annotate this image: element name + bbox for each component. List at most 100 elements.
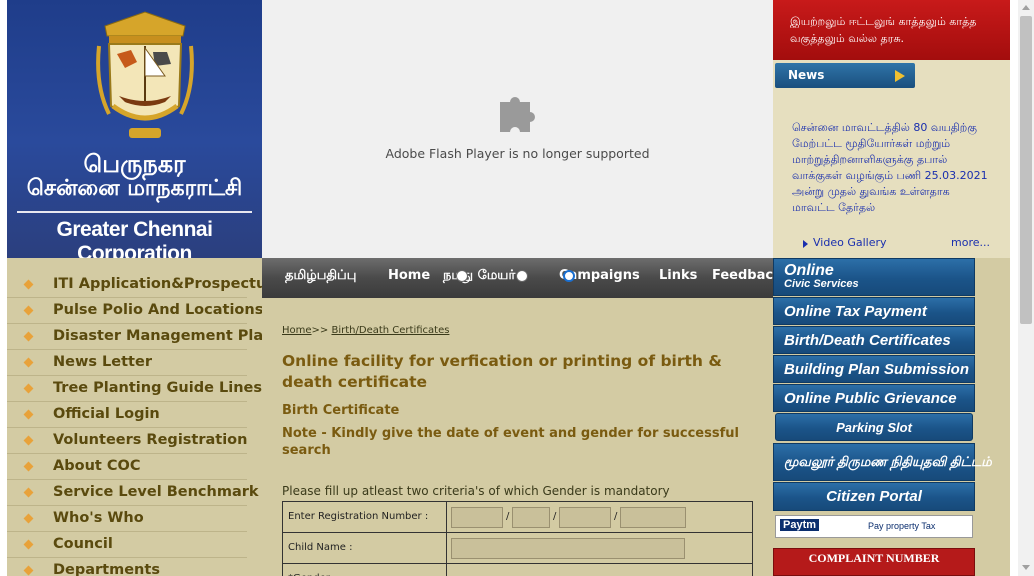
flash-placeholder: Adobe Flash Player is no longer supporte…: [262, 0, 773, 258]
online-tax-payment-button[interactable]: Online Tax Payment: [773, 297, 975, 325]
nav-links[interactable]: Links: [659, 268, 697, 283]
form-row-child-name: Child Name :: [283, 533, 752, 564]
sidebar-item-label[interactable]: ITI Application&Prospectus: [53, 276, 275, 292]
logo-tamil-line2: சென்னை மாநகராட்சி: [26, 176, 243, 201]
button-label: Citizen Portal: [826, 488, 922, 505]
sidebar-item-label[interactable]: Service Level Benchmark: [53, 484, 259, 500]
vertical-scrollbar[interactable]: [1018, 0, 1034, 576]
slash-separator: /: [614, 511, 618, 522]
sidebar-item-news-letter[interactable]: News Letter: [7, 350, 247, 376]
registration-number-label: Enter Registration Number :: [283, 502, 447, 533]
sidebar-item-about-coc[interactable]: About COC: [7, 454, 247, 480]
birth-death-certificates-button[interactable]: Birth/Death Certificates: [773, 326, 975, 354]
sidebar-item-label[interactable]: Disaster Management Plan: [53, 328, 274, 344]
sidebar-item-iti-application[interactable]: ITI Application&Prospectus: [7, 272, 275, 298]
bullet-icon: [23, 513, 34, 524]
registration-number-field-2[interactable]: [512, 507, 550, 528]
registration-number-field-3[interactable]: [559, 507, 611, 528]
corporation-logo[interactable]: பெருநகர சென்னை மாநகராட்சி Greater Chenna…: [7, 0, 262, 258]
news-tab-button[interactable]: News: [775, 63, 915, 88]
complaint-number-banner[interactable]: COMPLAINT NUMBER: [773, 548, 975, 576]
scroll-up-arrow-icon[interactable]: [1022, 5, 1030, 10]
puzzle-plugin-icon: [500, 97, 535, 132]
page-title: Online facility for verfication or print…: [282, 352, 722, 391]
button-sublabel: Civic Services: [784, 278, 859, 290]
sidebar-item-disaster-management[interactable]: Disaster Management Plan: [7, 324, 274, 350]
bullet-icon: [23, 435, 34, 446]
page: பெருநகர சென்னை மாநகராட்சி Greater Chenna…: [0, 0, 1034, 576]
online-services-panel: Online Civic Services Online Tax Payment…: [773, 258, 1010, 576]
parking-slot-button[interactable]: Parking Slot: [775, 413, 973, 441]
left-sidebar-nav: ITI Application&Prospectus Pulse Polio A…: [7, 258, 275, 576]
sidebar-item-official-login[interactable]: Official Login: [7, 402, 247, 428]
sidebar-item-council[interactable]: Council: [7, 532, 247, 558]
breadcrumb-home-link[interactable]: Home: [282, 325, 312, 336]
gender-label: *Gender :: [283, 564, 447, 576]
slash-separator: /: [506, 511, 510, 522]
sidebar-item-departments[interactable]: Departments: [7, 558, 247, 576]
news-panel: News சென்னை மாவட்டத்தில் 80 வயதிற்கு மேற…: [773, 60, 1010, 258]
sidebar-item-pulse-polio[interactable]: Pulse Polio And Locations: [7, 298, 263, 324]
button-label: Parking Slot: [836, 420, 912, 435]
sidebar-item-label[interactable]: Who's Who: [53, 510, 144, 526]
bullet-icon: [23, 487, 34, 498]
scroll-down-arrow-icon[interactable]: [1022, 565, 1030, 570]
registration-number-field-4[interactable]: [620, 507, 686, 528]
bullet-icon: [23, 565, 34, 576]
gender-radio-other[interactable]: [563, 270, 575, 282]
form-row-registration: Enter Registration Number : / / /: [283, 502, 752, 533]
news-ticker-text[interactable]: சென்னை மாவட்டத்தில் 80 வயதிற்கு மேற்பட்ட…: [792, 120, 992, 216]
paytm-property-tax-button[interactable]: Paytm Pay property Tax: [775, 515, 973, 538]
sidebar-item-label[interactable]: Council: [53, 536, 113, 552]
sidebar-item-label[interactable]: Tree Planting Guide Lines: [53, 380, 262, 396]
sidebar-item-volunteers-registration[interactable]: Volunteers Registration: [7, 428, 247, 454]
nav-home[interactable]: Home: [388, 268, 430, 283]
sidebar-item-service-level-benchmark[interactable]: Service Level Benchmark: [7, 480, 259, 506]
child-name-input[interactable]: [451, 538, 685, 559]
nav-feedback[interactable]: Feedback: [712, 268, 782, 283]
citizen-portal-button[interactable]: Citizen Portal: [773, 482, 975, 511]
breadcrumb: Home>> Birth/Death Certificates: [282, 325, 449, 336]
complaint-number-label: COMPLAINT NUMBER: [808, 551, 940, 565]
gender-radio-female[interactable]: [516, 270, 528, 282]
button-label: Online Public Grievance: [784, 390, 957, 407]
button-label: Birth/Death Certificates: [784, 332, 951, 349]
child-name-label: Child Name :: [283, 533, 447, 564]
video-gallery-link[interactable]: Video Gallery: [813, 236, 887, 249]
logo-english-name: Greater Chennai Corporation: [56, 218, 213, 258]
form-row-gender: *Gender :: [283, 564, 752, 576]
sidebar-item-whos-who[interactable]: Who's Who: [7, 506, 247, 532]
registration-number-field-1[interactable]: [451, 507, 503, 528]
bullet-icon: [23, 357, 34, 368]
bullet-icon: [23, 331, 34, 342]
sidebar-item-tree-planting[interactable]: Tree Planting Guide Lines: [7, 376, 262, 402]
sidebar-item-label[interactable]: Pulse Polio And Locations: [53, 302, 263, 318]
page-subtitle: Birth Certificate: [282, 403, 400, 418]
news-label: News: [788, 68, 825, 82]
sidebar-item-label[interactable]: Departments: [53, 562, 160, 576]
sidebar-item-label[interactable]: About COC: [53, 458, 140, 474]
scrollbar-thumb[interactable]: [1020, 16, 1032, 324]
breadcrumb-separator: >>: [311, 325, 329, 336]
online-public-grievance-button[interactable]: Online Public Grievance: [773, 384, 975, 412]
search-form-table: Enter Registration Number : / / / Child …: [282, 501, 753, 576]
main-content: Home>> Birth/Death Certificates Online f…: [262, 298, 773, 576]
bullet-icon: [23, 539, 34, 550]
bullet-icon: [23, 279, 34, 290]
paytm-logo: Paytm: [780, 519, 820, 531]
online-civic-services-button[interactable]: Online Civic Services: [773, 258, 975, 296]
moovalur-marriage-scheme-button[interactable]: மூவலூர் திருமண நிதியுதவி திட்டம்: [773, 443, 992, 481]
sidebar-item-label[interactable]: Volunteers Registration: [53, 432, 247, 448]
sidebar-item-label[interactable]: News Letter: [53, 354, 152, 370]
building-plan-submission-button[interactable]: Building Plan Submission: [773, 355, 975, 383]
gender-radio-male[interactable]: [456, 270, 468, 282]
more-news-link[interactable]: more...: [951, 236, 990, 249]
button-label: Online Tax Payment: [784, 303, 927, 320]
nav-tamil-edition[interactable]: தமிழ்பதிப்பு: [285, 268, 356, 284]
sidebar-item-label[interactable]: Official Login: [53, 406, 160, 422]
breadcrumb-current-link[interactable]: Birth/Death Certificates: [331, 325, 449, 336]
thirukkural-banner: இயற்றலும் ஈட்டலுங் காத்தலும் காத்த வகுத்…: [773, 0, 1010, 60]
bullet-icon: [23, 461, 34, 472]
button-label: Building Plan Submission: [784, 361, 970, 378]
nav-our-mayor[interactable]: நமது மேயர்: [443, 268, 515, 284]
